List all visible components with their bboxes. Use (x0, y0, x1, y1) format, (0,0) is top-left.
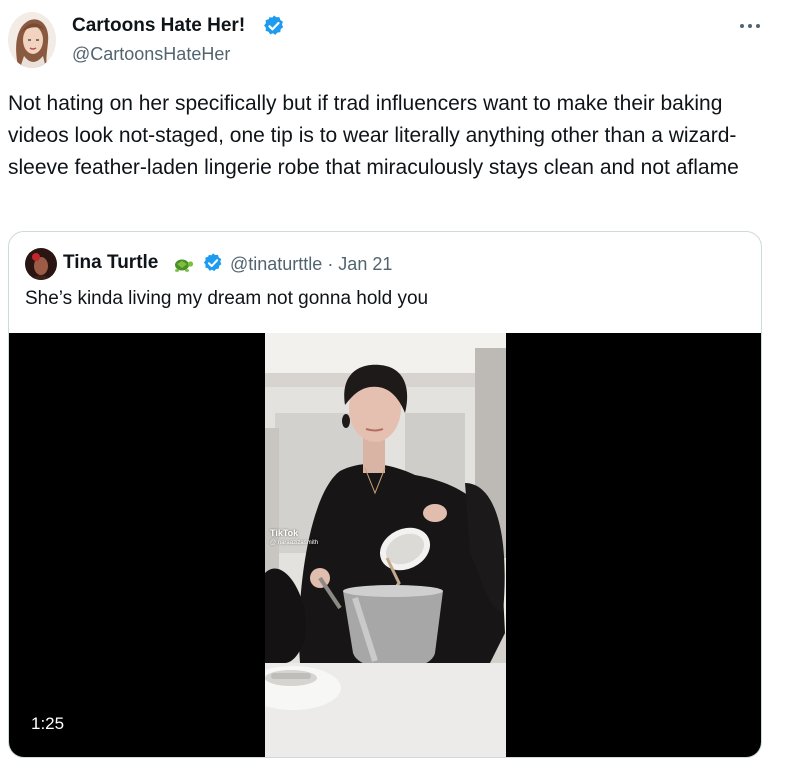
video-player[interactable]: TikTok @ naraazizasmith 1:25 (9, 333, 761, 757)
tiktok-brand: TikTok (270, 528, 299, 538)
video-duration: 1:25 (23, 711, 73, 737)
video-frame: TikTok @ naraazizasmith (265, 333, 506, 757)
quoted-author-avatar[interactable] (25, 248, 57, 280)
quoted-author-name[interactable]: Tina Turtle (63, 251, 158, 275)
verified-badge-icon (264, 15, 284, 35)
more-options-button[interactable] (736, 14, 764, 38)
turtle-icon (175, 259, 194, 272)
verified-badge-icon (203, 253, 222, 272)
tiktok-username: @ naraazizasmith (270, 540, 319, 546)
quoted-tweet-text: She’s kinda living my dream not gonna ho… (25, 288, 429, 309)
author-name[interactable]: Cartoons Hate Her! (72, 14, 245, 38)
more-horizontal-icon (740, 24, 760, 28)
tweet-text: Not hating on her specifically but if tr… (8, 92, 739, 179)
author-avatar[interactable] (8, 12, 56, 68)
author-handle[interactable]: @CartoonsHateHer (72, 43, 230, 65)
quoted-handle-date[interactable]: @tinaturttle · Jan 21 (230, 252, 392, 276)
tweet: Cartoons Hate Her! @CartoonsHateHer Not … (0, 0, 788, 770)
tiktok-watermark: TikTok @ naraazizasmith (270, 528, 318, 548)
quoted-tweet[interactable]: Tina Turtle @tinaturttle · Jan 21 She’s … (8, 231, 762, 758)
